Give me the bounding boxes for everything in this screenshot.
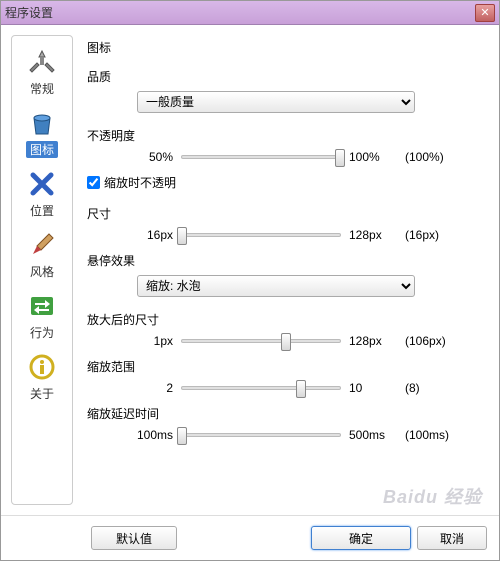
range-slider[interactable] [181, 386, 341, 390]
opacity-label: 不透明度 [87, 127, 479, 144]
zoomed-value: (106px) [405, 334, 461, 348]
opaque-on-zoom-label: 缩放时不透明 [104, 174, 176, 191]
sidebar-item-label: 常规 [30, 80, 54, 97]
brush-icon [26, 229, 58, 261]
sidebar-item-style[interactable]: 风格 [12, 225, 72, 284]
opacity-min: 50% [127, 150, 173, 164]
tools-icon [26, 46, 58, 78]
slider-thumb[interactable] [335, 149, 345, 167]
sidebar-item-label: 关于 [30, 385, 54, 402]
ok-button[interactable]: 确定 [311, 526, 411, 550]
opacity-max: 100% [349, 150, 397, 164]
info-icon [26, 351, 58, 383]
range-value: (8) [405, 381, 461, 395]
main-panel: 图标 品质 一般质量 不透明度 50% 100% (100%) 缩放时不透明 尺… [83, 35, 489, 505]
delay-max: 500ms [349, 428, 397, 442]
slider-thumb[interactable] [177, 227, 187, 245]
zoomed-size-label: 放大后的尺寸 [87, 311, 479, 328]
sidebar-item-position[interactable]: 位置 [12, 164, 72, 223]
opacity-value: (100%) [405, 150, 461, 164]
hover-select[interactable]: 缩放: 水泡 [137, 275, 415, 297]
window-title: 程序设置 [5, 4, 475, 21]
quality-label: 品质 [87, 68, 479, 85]
delay-value: (100ms) [405, 428, 461, 442]
sidebar-item-label: 行为 [30, 324, 54, 341]
close-icon: ✕ [480, 6, 489, 19]
default-button[interactable]: 默认值 [91, 526, 177, 550]
sidebar-item-label: 位置 [30, 202, 54, 219]
sidebar-item-label: 风格 [30, 263, 54, 280]
sidebar-item-behavior[interactable]: 行为 [12, 286, 72, 345]
opacity-slider[interactable] [181, 155, 341, 159]
sidebar-item-icons[interactable]: 图标 [12, 103, 72, 162]
cancel-button[interactable]: 取消 [417, 526, 487, 550]
slider-thumb[interactable] [281, 333, 291, 351]
quality-select[interactable]: 一般质量 [137, 91, 415, 113]
titlebar: 程序设置 ✕ [1, 1, 499, 25]
sidebar-item-label: 图标 [26, 141, 58, 158]
hover-label: 悬停效果 [87, 252, 479, 269]
sidebar-item-general[interactable]: 常规 [12, 42, 72, 101]
range-label: 缩放范围 [87, 358, 479, 375]
zoomed-min: 1px [127, 334, 173, 348]
bin-icon [26, 107, 58, 139]
position-icon [26, 168, 58, 200]
close-button[interactable]: ✕ [475, 4, 495, 22]
size-value: (16px) [405, 228, 461, 242]
zoomed-max: 128px [349, 334, 397, 348]
sidebar-item-about[interactable]: 关于 [12, 347, 72, 406]
range-max: 10 [349, 381, 397, 395]
delay-slider[interactable] [181, 433, 341, 437]
size-min: 16px [127, 228, 173, 242]
delay-min: 100ms [127, 428, 173, 442]
sidebar: 常规 图标 位置 风格 [11, 35, 73, 505]
size-label: 尺寸 [87, 205, 479, 222]
zoomed-slider[interactable] [181, 339, 341, 343]
arrows-icon [26, 290, 58, 322]
slider-thumb[interactable] [296, 380, 306, 398]
opaque-on-zoom-checkbox[interactable] [87, 176, 100, 189]
delay-label: 缩放延迟时间 [87, 405, 479, 422]
panel-title: 图标 [87, 39, 479, 56]
slider-thumb[interactable] [177, 427, 187, 445]
size-max: 128px [349, 228, 397, 242]
size-slider[interactable] [181, 233, 341, 237]
range-min: 2 [127, 381, 173, 395]
